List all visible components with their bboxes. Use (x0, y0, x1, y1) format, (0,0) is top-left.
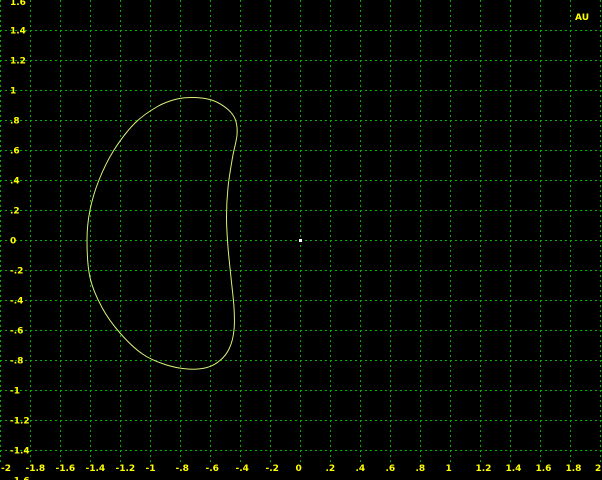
x-tick-label: .8 (416, 464, 426, 474)
y-tick-label: .4 (10, 177, 20, 187)
x-tick-label: -.2 (266, 464, 279, 474)
x-tick-label: 1.2 (476, 464, 492, 474)
x-tick-label: 0 (296, 464, 302, 474)
orbit-chart: -2 -1.8 -1.6 -1.4 -1.2 -1 -.8 -.6 -.4 -.2 0.2.4.6.… (0, 0, 602, 480)
x-tick-label: -1 (146, 464, 156, 474)
x-tick-label: 1.6 (536, 464, 552, 474)
x-tick-label: -.8 (176, 464, 189, 474)
x-tick-label: -1.8 (26, 464, 46, 474)
x-tick-label: .2 (326, 464, 336, 474)
center-point (299, 239, 302, 242)
x-tick-label: 1 (446, 464, 452, 474)
y-tick-label: -1 (10, 387, 20, 397)
x-tick-label: -1.6 (56, 464, 76, 474)
x-tick-label: -1.2 (116, 464, 136, 474)
y-tick-label: -.8 (10, 357, 23, 367)
y-tick-label: 1.2 (10, 57, 26, 67)
y-tick-label: -.2 (10, 267, 23, 277)
unit-label: AU (575, 13, 589, 23)
x-tick-label: -1.4 (86, 464, 106, 474)
x-tick-label: .4 (356, 464, 366, 474)
x-tick-label: 2 (595, 464, 601, 474)
y-tick-label: -1.6 (10, 477, 30, 480)
x-tick-label: -.6 (206, 464, 219, 474)
x-tick-label: 1.8 (566, 464, 582, 474)
y-tick-label: 1.4 (10, 27, 26, 37)
y-tick-label: .2 (10, 207, 20, 217)
y-tick-label: -1.2 (10, 417, 30, 427)
y-tick-label: 1.6 (10, 0, 26, 8)
y-tick-label: .6 (10, 147, 20, 157)
x-tick-label: -.4 (236, 464, 249, 474)
y-tick-label: -.4 (10, 297, 23, 307)
y-tick-label: .8 (10, 117, 20, 127)
x-tick-label: .6 (386, 464, 396, 474)
x-tick-label: -2 (1, 464, 11, 474)
y-tick-label: 1 (10, 87, 16, 97)
y-tick-label: -1.4 (10, 447, 30, 457)
x-tick-label: 1.4 (506, 464, 522, 474)
y-tick-label: -.6 (10, 327, 23, 337)
y-tick-label: 0 (10, 237, 16, 247)
